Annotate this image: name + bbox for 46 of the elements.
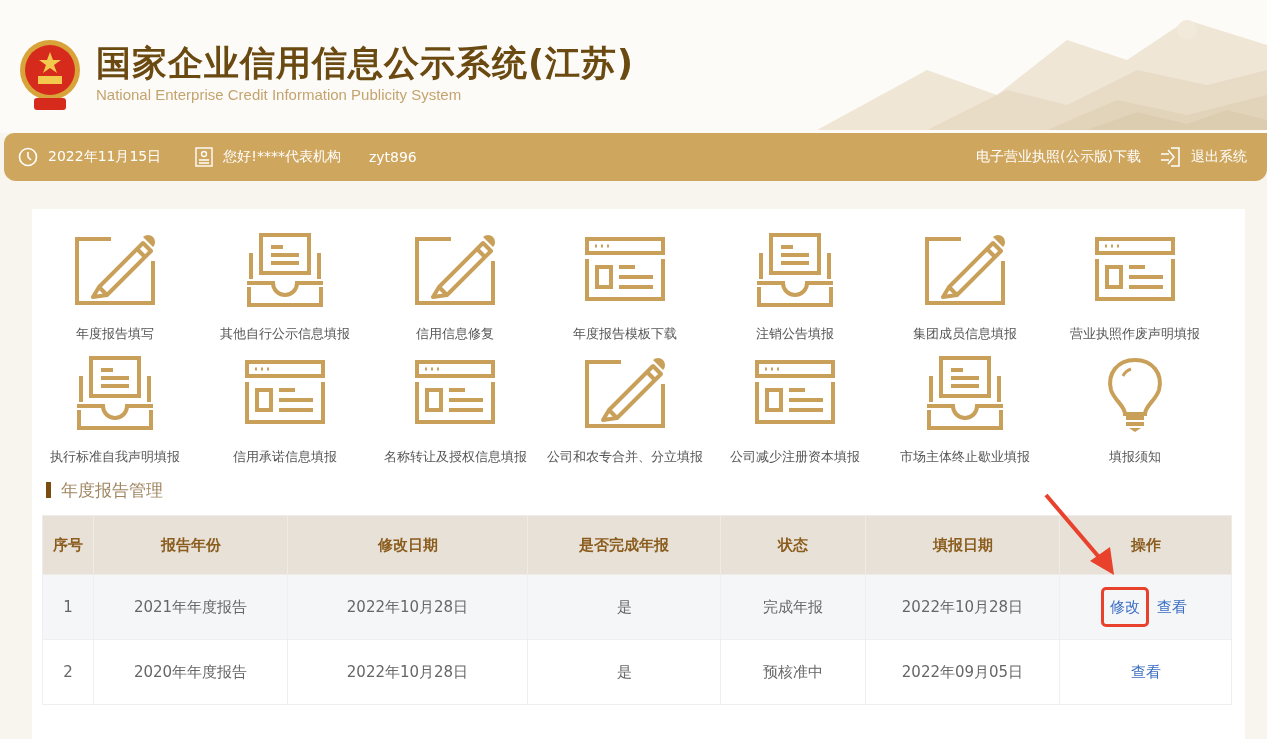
action-link[interactable]: 查看: [1152, 591, 1191, 622]
tile-link[interactable]: 年度报告模板下载: [545, 325, 705, 342]
table-cell: 2022年10月28日: [287, 574, 528, 640]
tile-link[interactable]: 注销公告填报: [715, 325, 875, 342]
table-cell: 2: [42, 639, 94, 705]
tile-link[interactable]: 公司减少注册资本填报: [715, 448, 875, 465]
table-cell: 完成年报: [720, 574, 866, 640]
column-header: 修改日期: [287, 515, 528, 575]
column-header: 序号: [42, 515, 94, 575]
action-link[interactable]: 修改: [1100, 586, 1149, 627]
column-header: 状态: [720, 515, 866, 575]
logout-icon: [1159, 146, 1181, 168]
tile-link[interactable]: 执行标准自我声明填报: [35, 448, 195, 465]
user-card-icon: [195, 147, 214, 167]
clock-icon: [18, 147, 38, 167]
tile-link[interactable]: 营业执照作废声明填报: [1055, 325, 1215, 342]
tile-link[interactable]: 市场主体终止歇业填报: [885, 448, 1045, 465]
tile-link[interactable]: 名称转让及授权信息填报: [375, 448, 535, 465]
tile-link[interactable]: 信用信息修复: [375, 325, 535, 342]
table-cell: 是: [527, 574, 721, 640]
column-header: 操作: [1059, 515, 1232, 575]
table-cell: 2021年年度报告: [93, 574, 288, 640]
greeting-text: 您好!****代表机构: [223, 148, 341, 166]
table-cell: 2022年10月28日: [287, 639, 528, 705]
table-cell: 2022年09月05日: [865, 639, 1060, 705]
username-text: zyt896: [368, 149, 417, 165]
tile-link[interactable]: 填报须知: [1055, 448, 1215, 465]
table-cell: 2022年10月28日: [865, 574, 1060, 640]
tile-link[interactable]: 信用承诺信息填报: [205, 448, 365, 465]
site-title: 国家企业信用信息公示系统(江苏): [96, 42, 634, 84]
date-text: 2022年11月15日: [48, 148, 162, 166]
tile-link[interactable]: 其他自行公示信息填报: [205, 325, 365, 342]
column-header: 报告年份: [93, 515, 288, 575]
action-link[interactable]: 查看: [1126, 656, 1165, 687]
tile-link[interactable]: 集团成员信息填报: [885, 325, 1045, 342]
table-cell: 预核准中: [720, 639, 866, 705]
section-marker: [46, 482, 51, 498]
section-title: 年度报告管理: [61, 478, 163, 502]
table-cell: 是: [527, 639, 721, 705]
column-header: 填报日期: [865, 515, 1060, 575]
site-subtitle: National Enterprise Credit Information Publicity System: [96, 86, 463, 103]
column-header: 是否完成年报: [527, 515, 721, 575]
tile-link[interactable]: 公司和农专合并、分立填报: [545, 448, 705, 465]
table-cell: 1: [42, 574, 94, 640]
tile-link[interactable]: 年度报告填写: [35, 325, 195, 342]
table-cell: 2020年年度报告: [93, 639, 288, 705]
